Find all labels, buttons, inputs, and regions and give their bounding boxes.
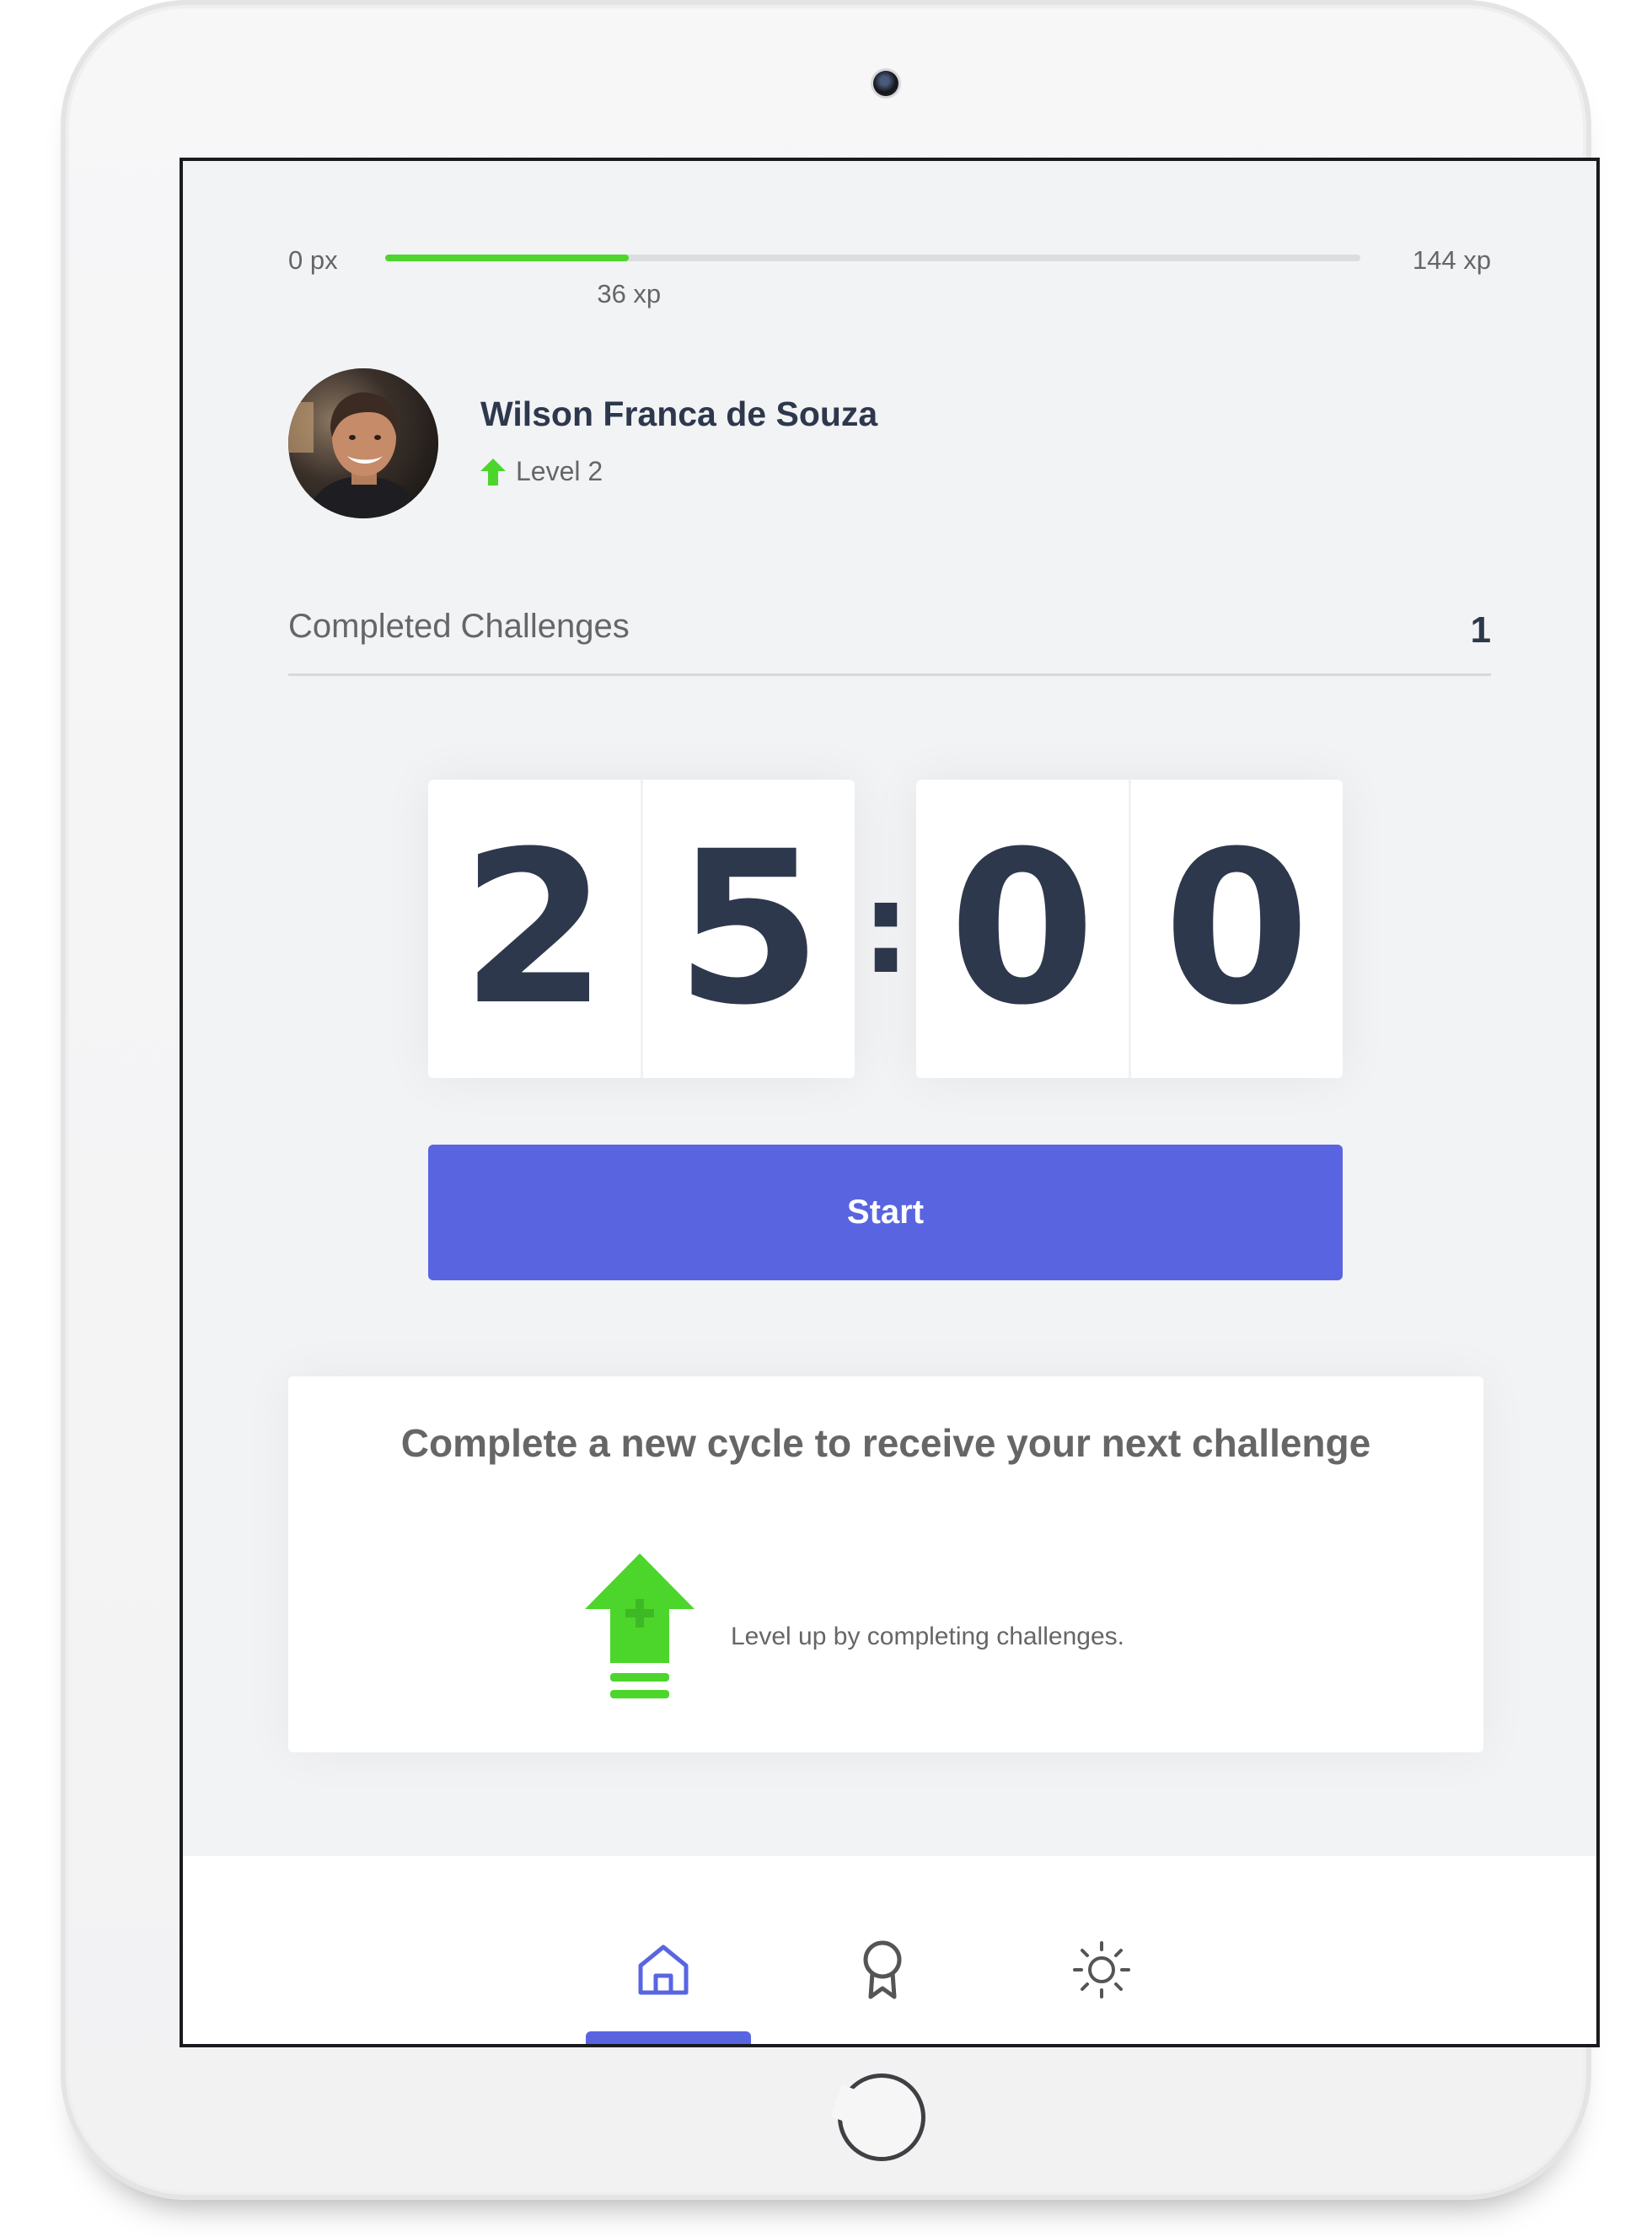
start-button[interactable]: Start <box>428 1145 1343 1280</box>
avatar <box>288 368 438 518</box>
nav-active-indicator <box>586 2031 751 2044</box>
nav-awards[interactable] <box>849 1936 916 2004</box>
xp-current-label: 36 xp <box>597 279 662 308</box>
completed-challenges-count: 1 <box>1470 609 1491 651</box>
tablet-frame: 0 px 36 xp 144 xp Wilson Franca de Souza… <box>61 0 1600 2200</box>
level-up-icon <box>585 1553 695 1698</box>
xp-max-label: 144 xp <box>1412 245 1491 275</box>
countdown-minutes: 2 5 <box>428 780 855 1078</box>
xp-min-label: 0 px <box>288 245 338 275</box>
level-label: Level 2 <box>516 456 603 486</box>
nav-theme[interactable] <box>1068 1936 1135 2004</box>
completed-challenges: Completed Challenges 1 <box>288 608 1491 676</box>
experience-bar <box>385 255 1360 261</box>
second-digit-ones: 0 <box>1128 780 1344 1078</box>
user-name: Wilson Franca de Souza <box>480 394 878 433</box>
nav-home[interactable] <box>630 1936 697 2004</box>
device-home-button <box>838 2073 925 2161</box>
sun-icon <box>1073 1941 1130 1998</box>
completed-challenges-label: Completed Challenges <box>288 608 630 645</box>
countdown-timer: 2 5 : 0 0 <box>428 780 1343 1080</box>
minute-digit-ones: 5 <box>640 780 856 1078</box>
camera-lens <box>873 71 898 96</box>
challenge-box: Complete a new cycle to receive your nex… <box>288 1376 1483 1752</box>
countdown-separator: : <box>861 856 911 1002</box>
award-icon <box>863 1940 902 1999</box>
countdown-seconds: 0 0 <box>916 780 1343 1078</box>
user-level: Level 2 <box>480 456 603 487</box>
minute-digit-tens: 2 <box>460 806 608 1051</box>
home-icon <box>638 1945 689 1995</box>
level-up-icon <box>480 458 506 485</box>
app-screen: 0 px 36 xp 144 xp Wilson Franca de Souza… <box>180 158 1600 2047</box>
second-digit-tens: 0 <box>948 806 1096 1051</box>
challenge-box-description: Level up by completing challenges. <box>731 1623 1124 1650</box>
bottom-navigation <box>183 1856 1596 2044</box>
experience-bar-fill <box>385 255 630 261</box>
challenge-box-title: Complete a new cycle to receive your nex… <box>400 1421 1371 1465</box>
